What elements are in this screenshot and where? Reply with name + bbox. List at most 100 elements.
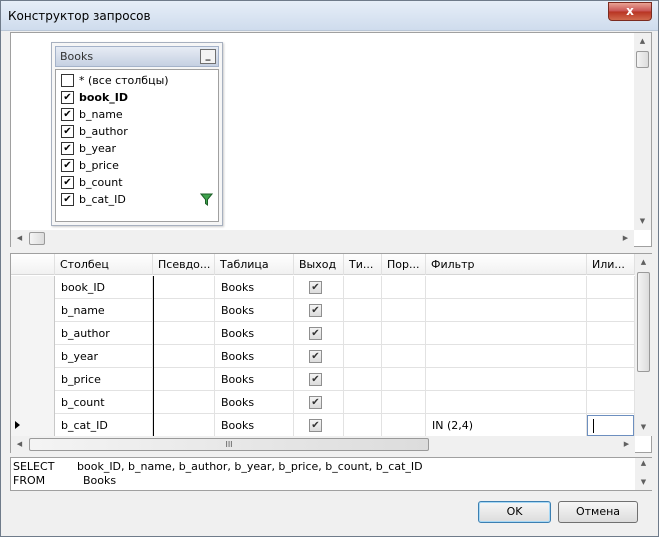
grid-cell-column[interactable]: b_name: [55, 299, 153, 322]
scroll-thumb[interactable]: III: [29, 438, 429, 451]
grid-cell-table[interactable]: Books: [215, 414, 294, 437]
grid-cell-alias[interactable]: [153, 276, 215, 299]
scroll-right-icon[interactable]: ▶: [618, 436, 635, 453]
column-list-item[interactable]: ✔ book_ID: [58, 89, 216, 106]
grid-cell-output[interactable]: ✔: [294, 345, 344, 368]
table-row[interactable]: b_price Books ✔: [11, 368, 635, 391]
output-checkbox[interactable]: ✔: [309, 419, 322, 432]
grid-cell-type[interactable]: [344, 368, 382, 391]
grid-cell-or[interactable]: [587, 391, 635, 414]
grid-cell-column[interactable]: b_author: [55, 322, 153, 345]
grid-cell-filter[interactable]: [426, 391, 587, 414]
scroll-left-icon[interactable]: ◀: [11, 436, 28, 453]
scroll-up-icon[interactable]: ▲: [634, 33, 651, 50]
grid-cell-column[interactable]: book_ID: [55, 276, 153, 299]
table-row[interactable]: b_cat_ID Books ✔ IN (2,4): [11, 414, 635, 437]
output-checkbox[interactable]: ✔: [309, 327, 322, 340]
column-header[interactable]: Выход: [294, 254, 344, 275]
ok-button[interactable]: OK: [478, 501, 551, 523]
grid-cell-table[interactable]: Books: [215, 299, 294, 322]
grid-cell-output[interactable]: ✔: [294, 391, 344, 414]
grid-cell-type[interactable]: [344, 391, 382, 414]
output-checkbox[interactable]: ✔: [309, 396, 322, 409]
column-checkbox[interactable]: ✔: [61, 193, 74, 206]
column-header[interactable]: Столбец: [55, 254, 153, 275]
table-row[interactable]: b_count Books ✔: [11, 391, 635, 414]
minimize-button[interactable]: _: [200, 49, 216, 64]
grid-cell-filter[interactable]: [426, 368, 587, 391]
column-checkbox[interactable]: [61, 74, 74, 87]
grid-vscrollbar[interactable]: ▲ ▼: [635, 254, 652, 436]
row-selector[interactable]: [11, 391, 55, 414]
column-header[interactable]: Псевдо...: [153, 254, 215, 275]
table-widget-header[interactable]: Books _: [55, 46, 219, 67]
scroll-thumb[interactable]: [637, 272, 650, 372]
grid-cell-order[interactable]: [382, 368, 426, 391]
grid-cell-alias[interactable]: [153, 322, 215, 345]
scroll-down-icon[interactable]: ▼: [635, 475, 652, 490]
grid-cell-or[interactable]: [587, 276, 635, 299]
row-selector[interactable]: [11, 414, 55, 437]
output-checkbox[interactable]: ✔: [309, 373, 322, 386]
grid-cell-type[interactable]: [344, 276, 382, 299]
row-selector[interactable]: [11, 368, 55, 391]
grid-cell-table[interactable]: Books: [215, 368, 294, 391]
grid-cell-or[interactable]: [587, 322, 635, 345]
sql-vscrollbar[interactable]: ▲ ▼: [635, 458, 652, 490]
column-header[interactable]: Фильтр: [426, 254, 587, 275]
column-list-item[interactable]: * (все столбцы): [58, 72, 216, 89]
diagram-hscrollbar[interactable]: ◀ ▶: [11, 230, 634, 247]
table-row[interactable]: book_ID Books ✔: [11, 276, 635, 299]
grid-cell-output[interactable]: ✔: [294, 276, 344, 299]
row-selector[interactable]: [11, 322, 55, 345]
scroll-thumb[interactable]: [636, 51, 649, 68]
column-checkbox[interactable]: ✔: [61, 125, 74, 138]
column-checkbox[interactable]: ✔: [61, 142, 74, 155]
table-row[interactable]: b_year Books ✔: [11, 345, 635, 368]
grid-cell-filter[interactable]: [426, 299, 587, 322]
grid-cell-type[interactable]: [344, 345, 382, 368]
grid-cell-output[interactable]: ✔: [294, 299, 344, 322]
table-widget-books[interactable]: Books _ * (все столбцы) ✔ book_ID ✔ b_name ✔ b…: [51, 42, 223, 226]
scroll-up-icon[interactable]: ▲: [635, 254, 652, 271]
grid-cell-column[interactable]: b_price: [55, 368, 153, 391]
grid-cell-type[interactable]: [344, 414, 382, 437]
grid-cell-or[interactable]: [587, 368, 635, 391]
column-header[interactable]: Пор...: [382, 254, 426, 275]
grid-cell-filter[interactable]: [426, 345, 587, 368]
grid-cell-alias[interactable]: [153, 368, 215, 391]
scroll-down-icon[interactable]: ▼: [635, 419, 652, 436]
diagram-pane[interactable]: Books _ * (все столбцы) ✔ book_ID ✔ b_name ✔ b…: [10, 32, 652, 247]
grid-cell-table[interactable]: Books: [215, 391, 294, 414]
grid-cell-filter[interactable]: [426, 322, 587, 345]
grid-hscrollbar[interactable]: ◀ III ▶: [11, 436, 635, 453]
column-list-item[interactable]: ✔ b_year: [58, 140, 216, 157]
grid-cell-order[interactable]: [382, 322, 426, 345]
row-selector[interactable]: [11, 276, 55, 299]
grid-cell-column[interactable]: b_count: [55, 391, 153, 414]
table-row[interactable]: b_name Books ✔: [11, 299, 635, 322]
output-checkbox[interactable]: ✔: [309, 281, 322, 294]
column-header[interactable]: Или...: [587, 254, 635, 275]
grid-cell-type[interactable]: [344, 299, 382, 322]
grid-cell-order[interactable]: [382, 414, 426, 437]
criteria-grid[interactable]: Столбец Псевдо... Таблица Выход Ти... Пор... Ф…: [10, 253, 652, 453]
grid-cell-order[interactable]: [382, 391, 426, 414]
grid-cell-alias[interactable]: [153, 414, 215, 437]
grid-cell-order[interactable]: [382, 345, 426, 368]
column-header[interactable]: Таблица: [215, 254, 294, 275]
column-list-item[interactable]: ✔ b_count: [58, 174, 216, 191]
grid-cell-or[interactable]: [587, 299, 635, 322]
output-checkbox[interactable]: ✔: [309, 350, 322, 363]
cell-editor[interactable]: [587, 415, 634, 436]
cancel-button[interactable]: Отмена: [558, 501, 638, 523]
sql-pane[interactable]: ▲ ▼ SELECT book_ID, b_name, b_author, b_y…: [10, 457, 652, 491]
column-checkbox[interactable]: ✔: [61, 108, 74, 121]
grid-cell-type[interactable]: [344, 322, 382, 345]
close-button[interactable]: x: [608, 2, 652, 21]
column-checkbox[interactable]: ✔: [61, 159, 74, 172]
column-list-item[interactable]: ✔ b_price: [58, 157, 216, 174]
row-selector[interactable]: [11, 299, 55, 322]
title-bar[interactable]: Конструктор запросов x: [1, 1, 658, 31]
output-checkbox[interactable]: ✔: [309, 304, 322, 317]
